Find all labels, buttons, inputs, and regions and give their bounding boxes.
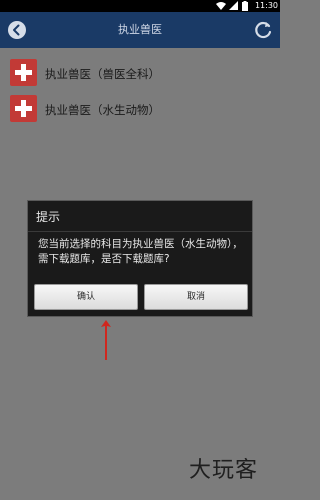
- download-prompt-dialog: 提示 您当前选择的科目为执业兽医（水生动物），需下载题库，是否下载题库? 确认 …: [27, 200, 253, 317]
- list-item-subject-aquatic[interactable]: 执业兽医（水生动物）: [0, 90, 280, 130]
- signal-icon: [228, 1, 239, 11]
- plus-icon: [10, 95, 37, 122]
- dialog-divider: [28, 231, 252, 232]
- dialog-title: 提示: [36, 210, 61, 224]
- battery-icon: [241, 1, 252, 11]
- refresh-icon: [255, 21, 272, 39]
- plus-icon: [10, 59, 37, 86]
- list-item-label: 执业兽医（兽医全科）: [45, 67, 160, 81]
- status-bar: 11:30: [0, 0, 280, 12]
- status-icons: 11:30: [215, 0, 278, 12]
- status-time: 11:30: [254, 1, 278, 10]
- annotation-arrow-icon: [100, 318, 112, 362]
- confirm-button[interactable]: 确认: [34, 284, 138, 310]
- app-bar: 执业兽医: [0, 12, 280, 48]
- refresh-button[interactable]: [252, 19, 274, 41]
- watermark-logo: 大玩客: [188, 458, 258, 483]
- cancel-button[interactable]: 取消: [144, 284, 248, 310]
- dialog-message: 您当前选择的科目为执业兽医（水生动物），需下载题库，是否下载题库?: [38, 238, 243, 265]
- list-item-subject-general[interactable]: 执业兽医（兽医全科）: [0, 54, 280, 94]
- wifi-icon: [215, 1, 226, 11]
- page-title: 执业兽医: [118, 23, 162, 36]
- list-item-label: 执业兽医（水生动物）: [45, 103, 160, 117]
